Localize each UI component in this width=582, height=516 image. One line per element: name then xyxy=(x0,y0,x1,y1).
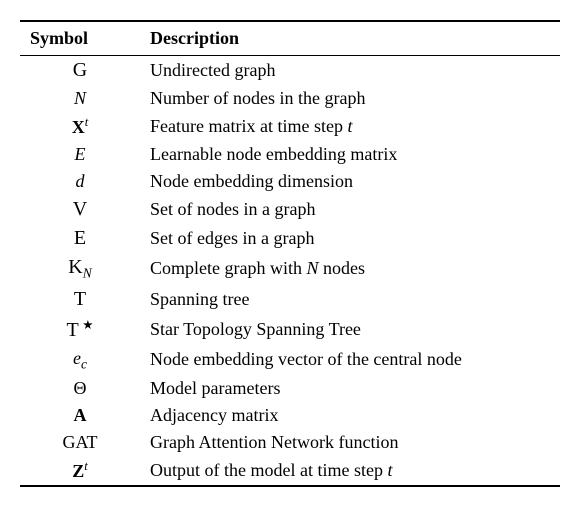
symbol-cell: V xyxy=(20,195,140,224)
description-cell: Feature matrix at time step t xyxy=(140,112,560,141)
table-row: TSpanning tree xyxy=(20,285,560,314)
description-cell: Spanning tree xyxy=(140,285,560,314)
description-cell: Adjacency matrix xyxy=(140,402,560,429)
header-row: Symbol Description xyxy=(20,21,560,56)
table-row: NNumber of nodes in the graph xyxy=(20,85,560,112)
table-row: ZtOutput of the model at time step t xyxy=(20,456,560,486)
table-row: ELearnable node embedding matrix xyxy=(20,141,560,168)
table-row: ESet of edges in a graph xyxy=(20,224,560,253)
symbol-cell: Θ xyxy=(20,375,140,402)
table-row: VSet of nodes in a graph xyxy=(20,195,560,224)
header-description: Description xyxy=(140,21,560,56)
table-row: ΘModel parameters xyxy=(20,375,560,402)
description-cell: Node embedding dimension xyxy=(140,168,560,195)
description-cell: Number of nodes in the graph xyxy=(140,85,560,112)
symbol-cell: A xyxy=(20,402,140,429)
table-row: GUndirected graph xyxy=(20,56,560,86)
table-row: KNComplete graph with N nodes xyxy=(20,253,560,285)
symbol-cell: Zt xyxy=(20,456,140,486)
symbol-cell: ec xyxy=(20,345,140,376)
description-cell: Set of nodes in a graph xyxy=(140,195,560,224)
description-cell: Complete graph with N nodes xyxy=(140,253,560,285)
table-row: ecNode embedding vector of the central n… xyxy=(20,345,560,376)
table-row: AAdjacency matrix xyxy=(20,402,560,429)
description-cell: Model parameters xyxy=(140,375,560,402)
description-cell: Set of edges in a graph xyxy=(140,224,560,253)
description-cell: Undirected graph xyxy=(140,56,560,86)
table-row: T ★Star Topology Spanning Tree xyxy=(20,314,560,345)
description-cell: Graph Attention Network function xyxy=(140,429,560,456)
symbol-cell: d xyxy=(20,168,140,195)
description-cell: Learnable node embedding matrix xyxy=(140,141,560,168)
symbol-cell: KN xyxy=(20,253,140,285)
table-row: GATGraph Attention Network function xyxy=(20,429,560,456)
symbol-cell: G xyxy=(20,56,140,86)
symbol-cell: T ★ xyxy=(20,314,140,345)
header-symbol: Symbol xyxy=(20,21,140,56)
symbol-cell: E xyxy=(20,141,140,168)
symbol-cell: T xyxy=(20,285,140,314)
notation-table: Symbol Description GUndirected graphNNum… xyxy=(20,20,560,487)
symbol-cell: N xyxy=(20,85,140,112)
description-cell: Output of the model at time step t xyxy=(140,456,560,486)
symbol-cell: E xyxy=(20,224,140,253)
symbol-cell: GAT xyxy=(20,429,140,456)
description-cell: Node embedding vector of the central nod… xyxy=(140,345,560,376)
symbol-cell: Xt xyxy=(20,112,140,141)
table-body: GUndirected graphNNumber of nodes in the… xyxy=(20,56,560,487)
description-cell: Star Topology Spanning Tree xyxy=(140,314,560,345)
table-row: dNode embedding dimension xyxy=(20,168,560,195)
table-row: XtFeature matrix at time step t xyxy=(20,112,560,141)
